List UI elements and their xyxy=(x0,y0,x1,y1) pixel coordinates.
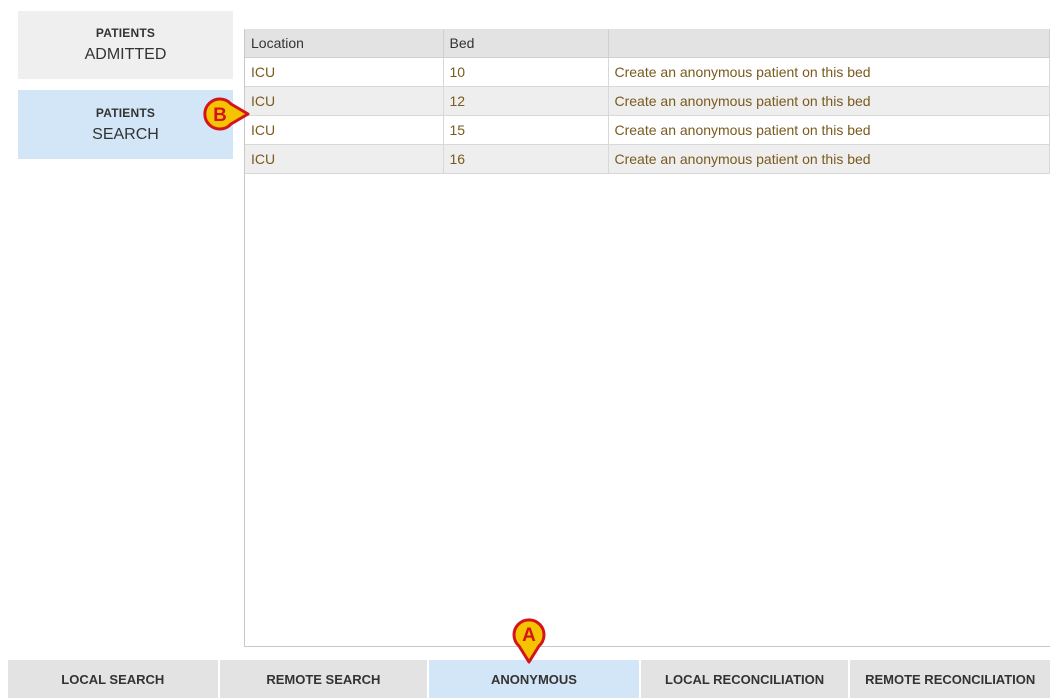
patients-admitted-caption: PATIENTS xyxy=(95,26,156,40)
bed-cell: 10 xyxy=(443,57,609,87)
anonymous-beds-table: Location Bed ICU 10 Create an anonymous … xyxy=(245,29,1050,174)
bed-cell: 12 xyxy=(443,86,609,116)
table-row[interactable]: ICU 16 Create an anonymous patient on th… xyxy=(245,144,1050,174)
table-row[interactable]: ICU 12 Create an anonymous patient on th… xyxy=(245,86,1050,116)
tab-local-reconciliation[interactable]: LOCAL RECONCILIATION xyxy=(640,660,849,698)
patients-admitted-label: ADMITTED xyxy=(84,46,167,63)
patients-search-label: SEARCH xyxy=(92,125,159,143)
patients-admitted-button[interactable]: PATIENTS ADMITTED xyxy=(18,11,233,79)
location-cell: ICU xyxy=(245,86,444,116)
table-row[interactable]: ICU 15 Create an anonymous patient on th… xyxy=(245,115,1050,145)
tab-remote-reconciliation[interactable]: REMOTE RECONCILIATION xyxy=(850,660,1050,698)
tab-local-search[interactable]: LOCAL SEARCH xyxy=(8,660,218,698)
location-cell: ICU xyxy=(245,144,444,174)
create-anonymous-patient-link[interactable]: Create an anonymous patient on this bed xyxy=(608,57,1050,87)
bottom-tab-bar: LOCAL SEARCH REMOTE SEARCH ANONYMOUS LOC… xyxy=(8,660,1050,698)
tab-remote-search[interactable]: REMOTE SEARCH xyxy=(219,660,428,698)
anonymous-beds-panel: Location Bed ICU 10 Create an anonymous … xyxy=(244,29,1050,647)
column-header-bed[interactable]: Bed xyxy=(443,29,609,58)
bed-cell: 15 xyxy=(443,115,609,145)
bed-cell: 16 xyxy=(443,144,609,174)
table-header-row: Location Bed xyxy=(245,29,1050,58)
callout-a-letter: A xyxy=(522,625,536,646)
column-header-action xyxy=(608,29,1050,58)
create-anonymous-patient-link[interactable]: Create an anonymous patient on this bed xyxy=(608,115,1050,145)
table-row[interactable]: ICU 10 Create an anonymous patient on th… xyxy=(245,57,1050,87)
callout-b-letter: B xyxy=(213,105,227,126)
callout-b-marker: B xyxy=(203,97,250,131)
location-cell: ICU xyxy=(245,115,444,145)
patients-search-caption: PATIENTS xyxy=(95,105,156,120)
column-header-location[interactable]: Location xyxy=(245,29,444,58)
callout-a-marker: A xyxy=(512,618,546,664)
location-cell: ICU xyxy=(245,57,444,87)
create-anonymous-patient-link[interactable]: Create an anonymous patient on this bed xyxy=(608,86,1050,116)
tab-anonymous[interactable]: ANONYMOUS xyxy=(429,660,639,698)
create-anonymous-patient-link[interactable]: Create an anonymous patient on this bed xyxy=(608,144,1050,174)
